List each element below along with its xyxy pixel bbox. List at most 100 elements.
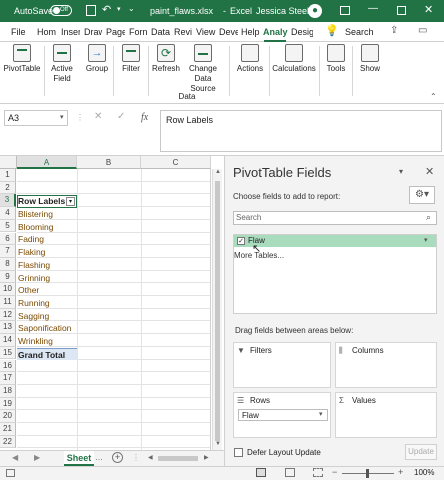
zoom-out-icon[interactable]: −: [332, 467, 337, 477]
column-header-a[interactable]: A: [17, 156, 77, 169]
comment-icon[interactable]: ▭: [418, 25, 427, 36]
collapse-ribbon-icon[interactable]: ⌃: [430, 92, 437, 101]
ribbon-display-icon[interactable]: [340, 6, 350, 15]
customize-qat-icon[interactable]: ⌄: [128, 4, 135, 13]
row-header[interactable]: 12: [0, 308, 16, 322]
fx-icon[interactable]: fx: [141, 112, 148, 123]
row-header[interactable]: 22: [0, 435, 16, 449]
actions-button[interactable]: Actions: [234, 44, 266, 74]
normal-view-icon[interactable]: [256, 468, 266, 477]
pivot-grand-total[interactable]: Grand Total: [17, 347, 77, 361]
field-dropdown-icon[interactable]: ▾: [424, 236, 428, 244]
row-header[interactable]: 7: [0, 245, 16, 258]
show-button[interactable]: Show: [356, 44, 384, 74]
prev-sheet-icon[interactable]: ◀: [12, 453, 18, 462]
group-button[interactable]: → Group: [83, 44, 111, 74]
row-header[interactable]: 5: [0, 219, 16, 233]
pivot-item[interactable]: Flashing: [17, 259, 77, 272]
row-labels-filter-icon[interactable]: ▾: [66, 197, 75, 206]
pivot-item[interactable]: Saponification: [17, 322, 77, 335]
update-button[interactable]: Update: [405, 444, 437, 460]
rows-field-flaw[interactable]: Flaw ▾: [238, 409, 328, 421]
pivot-item[interactable]: Blooming: [17, 221, 77, 234]
active-field-button[interactable]: Active Field: [48, 44, 76, 84]
tab-home[interactable]: Hom: [37, 26, 56, 38]
row-header[interactable]: 10: [0, 283, 16, 296]
field-checkbox-icon[interactable]: ✓: [237, 237, 245, 245]
macro-record-icon[interactable]: [6, 469, 15, 477]
share-icon[interactable]: ⇪: [390, 25, 398, 36]
layout-gear-icon[interactable]: ⚙▾: [409, 186, 435, 204]
user-avatar-icon[interactable]: ●: [308, 4, 322, 18]
row-header[interactable]: 14: [0, 334, 16, 347]
row-header[interactable]: 21: [0, 423, 16, 436]
row-header[interactable]: 8: [0, 257, 16, 271]
sheet-tab[interactable]: Sheet: [64, 451, 94, 466]
tab-data[interactable]: Data: [151, 26, 171, 38]
row-header[interactable]: 2: [0, 181, 16, 195]
defer-checkbox[interactable]: [234, 448, 243, 457]
save-icon[interactable]: [86, 5, 96, 16]
tab-draw[interactable]: Draw: [84, 26, 102, 38]
minimize-icon[interactable]: —: [368, 3, 378, 14]
row-header[interactable]: 13: [0, 321, 16, 335]
tab-design[interactable]: Desig: [291, 26, 313, 38]
zoom-slider-thumb[interactable]: [366, 469, 369, 478]
next-sheet-icon[interactable]: ▶: [34, 453, 40, 462]
rows-area[interactable]: ☰ Rows Flaw ▾: [233, 392, 331, 438]
autosave-toggle[interactable]: Off: [50, 5, 72, 16]
scroll-thumb[interactable]: [215, 181, 220, 441]
undo-icon[interactable]: ↶: [102, 3, 111, 16]
pivot-item[interactable]: Flaking: [17, 246, 77, 259]
row-header[interactable]: 4: [0, 207, 16, 220]
tab-developer[interactable]: Deve: [219, 26, 238, 38]
row-header[interactable]: 20: [0, 410, 16, 423]
scroll-up-icon[interactable]: ▲: [215, 169, 221, 175]
pivot-item[interactable]: Fading: [17, 233, 77, 246]
tab-help[interactable]: Help: [241, 26, 260, 38]
tab-review[interactable]: Revi: [174, 26, 193, 38]
page-break-view-icon[interactable]: [313, 468, 323, 477]
pivot-item[interactable]: Wrinkling: [17, 335, 77, 348]
calculations-button[interactable]: Calculations: [272, 44, 316, 74]
more-tables-link[interactable]: More Tables...: [234, 251, 284, 260]
pivot-item[interactable]: Grinning: [17, 272, 77, 285]
row-header[interactable]: 6: [0, 232, 16, 246]
tab-insert[interactable]: Inser: [61, 26, 80, 38]
cancel-icon[interactable]: ✕: [94, 111, 102, 122]
filter-button[interactable]: Filter: [117, 44, 145, 74]
pivot-item[interactable]: Sagging: [17, 310, 77, 323]
undo-dropdown-icon[interactable]: ▾: [117, 5, 121, 13]
maximize-icon[interactable]: [397, 6, 406, 15]
formula-input[interactable]: Row Labels: [160, 110, 442, 152]
tab-view[interactable]: View: [196, 26, 216, 38]
pivot-item[interactable]: Other: [17, 284, 77, 297]
column-header-c[interactable]: C: [141, 156, 211, 169]
zoom-in-icon[interactable]: +: [398, 467, 403, 477]
search-label[interactable]: Search: [345, 26, 379, 38]
horizontal-scroll-thumb[interactable]: [158, 456, 198, 461]
tab-page-layout[interactable]: Page: [106, 26, 125, 38]
row-header[interactable]: 9: [0, 270, 16, 284]
pane-close-icon[interactable]: ✕: [425, 165, 434, 178]
refresh-button[interactable]: ⟳ Refresh: [151, 44, 181, 74]
tab-splitter-icon[interactable]: ⋮: [132, 453, 140, 462]
row-header[interactable]: 15: [0, 346, 16, 360]
filters-area[interactable]: ▼ Filters: [233, 342, 331, 388]
scroll-right-icon[interactable]: ▶: [204, 454, 209, 461]
close-icon[interactable]: ✕: [424, 3, 433, 16]
name-box[interactable]: A3: [4, 110, 68, 126]
more-sheets-icon[interactable]: …: [95, 453, 103, 462]
pivottable-button[interactable]: PivotTable: [3, 44, 41, 74]
scroll-left-icon[interactable]: ◀: [148, 454, 153, 461]
row-header[interactable]: 16: [0, 359, 16, 373]
row-header[interactable]: 17: [0, 372, 16, 385]
change-data-source-button[interactable]: Change Data Source: [181, 44, 225, 94]
row-header[interactable]: 3: [0, 194, 16, 208]
column-header-b[interactable]: B: [77, 156, 141, 169]
row-header[interactable]: 19: [0, 397, 16, 411]
page-layout-view-icon[interactable]: [285, 468, 295, 477]
row-header[interactable]: 18: [0, 384, 16, 398]
tab-analyze[interactable]: Analy: [263, 26, 289, 38]
pivot-item[interactable]: Blistering: [17, 208, 77, 221]
